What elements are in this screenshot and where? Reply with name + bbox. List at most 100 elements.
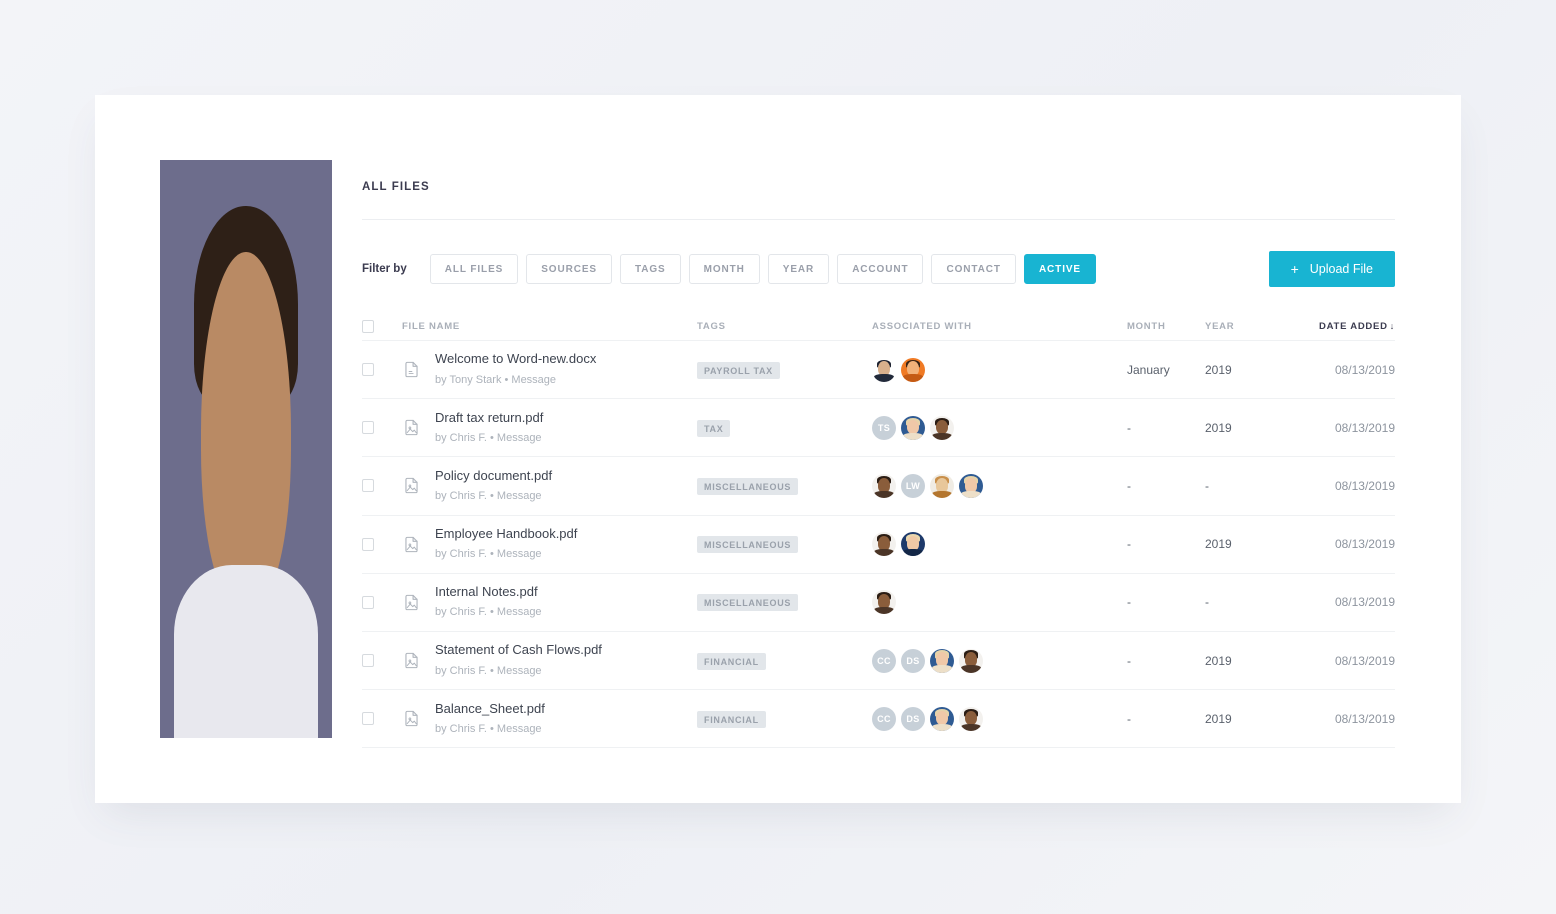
file-name[interactable]: Welcome to Word-new.docx — [435, 351, 596, 367]
row-checkbox[interactable] — [362, 363, 374, 377]
tags-cell: FINANCIAL — [697, 652, 872, 670]
year-cell: - — [1205, 478, 1209, 493]
avatar-initials[interactable]: LW — [901, 473, 925, 498]
filter-by-label: Filter by — [362, 263, 407, 275]
avatar-photo[interactable] — [959, 473, 983, 498]
year-cell: 2019 — [1205, 711, 1232, 726]
table-row[interactable]: Welcome to Word-new.docx by Tony Stark • … — [362, 341, 1395, 400]
column-header-date-added[interactable]: DATE ADDED ↓ — [1285, 321, 1395, 332]
tags-cell: MISCELLANEOUS — [697, 477, 872, 495]
column-header-file-name[interactable]: FILE NAME — [402, 321, 697, 332]
file-name[interactable]: Employee Handbook.pdf — [435, 526, 577, 542]
select-all-checkbox[interactable] — [362, 320, 374, 333]
table-row[interactable]: Policy document.pdf by Chris F. • Message… — [362, 457, 1395, 516]
sort-descending-icon: ↓ — [1389, 321, 1395, 331]
sidebar-user[interactable]: CHRIS F ··· — [160, 160, 332, 738]
tag-badge[interactable]: FINANCIAL — [697, 652, 766, 670]
avatar-photo[interactable] — [959, 706, 983, 731]
file-name[interactable]: Draft tax return.pdf — [435, 410, 543, 426]
tag-badge[interactable]: MISCELLANEOUS — [697, 477, 799, 495]
filter-chip-sources[interactable]: SOURCES — [526, 254, 612, 284]
year-cell: 2019 — [1205, 420, 1232, 435]
filter-chip-month[interactable]: MONTH — [688, 254, 760, 284]
tag-badge[interactable]: FINANCIAL — [697, 710, 766, 728]
filter-chip-active[interactable]: ACTIVE — [1023, 254, 1097, 284]
row-checkbox[interactable] — [362, 712, 374, 726]
tag-badge[interactable]: PAYROLL TAX — [697, 361, 780, 379]
avatar-photo[interactable] — [901, 357, 925, 382]
column-header-associated-with[interactable]: ASSOCIATED WITH — [872, 321, 1127, 332]
doc-file-icon — [402, 360, 421, 379]
month-cell: - — [1127, 420, 1131, 435]
avatar-photo[interactable] — [930, 415, 954, 440]
select-all-cell — [362, 320, 402, 333]
row-checkbox[interactable] — [362, 595, 374, 609]
avatar-initials[interactable]: DS — [901, 648, 925, 673]
filter-chip-account[interactable]: ACCOUNT — [837, 254, 924, 284]
pdf-file-icon — [402, 418, 421, 437]
table-body: Welcome to Word-new.docx by Tony Stark • … — [362, 341, 1395, 749]
tags-cell: MISCELLANEOUS — [697, 593, 872, 612]
avatar-initials[interactable]: TS — [872, 415, 896, 440]
file-meta: by Chris F. • Message — [435, 431, 542, 444]
row-checkbox[interactable] — [362, 537, 374, 551]
month-cell: - — [1127, 711, 1131, 726]
column-header-year[interactable]: YEAR — [1205, 321, 1285, 332]
filter-chip-tags[interactable]: TAGS — [619, 254, 681, 284]
filter-chip-contact[interactable]: CONTACT — [931, 254, 1016, 284]
table-row[interactable]: Employee Handbook.pdf by Chris F. • Messa… — [362, 516, 1395, 574]
filter-chip-year[interactable]: YEAR — [767, 254, 830, 284]
avatar-photo[interactable] — [872, 357, 896, 382]
file-name-cell: Policy document.pdf by Chris F. • Message — [402, 468, 697, 504]
date-added-cell: 08/13/2019 — [1334, 537, 1395, 552]
column-header-tags[interactable]: TAGS — [697, 321, 872, 332]
row-checkbox[interactable] — [362, 479, 374, 493]
file-name-cell: Balance_Sheet.pdf by Chris F. • Message — [402, 701, 697, 737]
year-cell: 2019 — [1205, 362, 1232, 377]
avatar-photo[interactable] — [930, 473, 954, 498]
file-name-cell: Employee Handbook.pdf by Chris F. • Messa… — [402, 526, 697, 562]
year-cell: 2019 — [1205, 537, 1232, 552]
column-header-date-added-label: DATE ADDED — [1319, 321, 1388, 332]
avatar-initials[interactable]: CC — [872, 648, 896, 673]
column-header-month[interactable]: MONTH — [1127, 321, 1205, 332]
date-added-cell: 08/13/2019 — [1334, 653, 1395, 668]
avatar-photo[interactable] — [872, 473, 896, 498]
month-cell: - — [1127, 537, 1131, 552]
filter-chip-all-files[interactable]: ALL FILES — [429, 254, 519, 284]
avatar-photo[interactable] — [872, 590, 896, 615]
avatar-initials[interactable]: DS — [901, 706, 925, 731]
file-name[interactable]: Internal Notes.pdf — [435, 584, 542, 600]
upload-file-button[interactable]: + Upload File — [1268, 251, 1395, 287]
month-cell: - — [1127, 595, 1131, 610]
avatar-photo[interactable] — [872, 532, 896, 557]
plus-icon: + — [1290, 261, 1299, 277]
file-name[interactable]: Policy document.pdf — [435, 468, 552, 484]
month-cell: - — [1127, 653, 1131, 668]
file-name-cell: Statement of Cash Flows.pdf by Chris F. •… — [402, 642, 697, 678]
table-row[interactable]: Statement of Cash Flows.pdf by Chris F. •… — [362, 632, 1395, 691]
avatar-photo[interactable] — [930, 706, 954, 731]
file-name[interactable]: Balance_Sheet.pdf — [435, 701, 545, 717]
avatar-photo[interactable] — [901, 415, 925, 440]
avatar-photo[interactable] — [901, 532, 925, 557]
table-row[interactable]: Draft tax return.pdf by Chris F. • Messag… — [362, 399, 1395, 458]
filter-chip-group: ALL FILES SOURCES TAGS MONTH YEAR ACCOUNT CONT… — [429, 254, 1104, 284]
tag-badge[interactable]: MISCELLANEOUS — [697, 594, 799, 612]
table-row[interactable]: Balance_Sheet.pdf by Chris F. • Message FI… — [362, 690, 1395, 749]
avatar-photo[interactable] — [959, 648, 983, 673]
associated-with-cell: CC DS — [872, 706, 1127, 731]
avatar-photo[interactable] — [930, 648, 954, 673]
tags-cell: MISCELLANEOUS — [697, 535, 872, 554]
tags-cell: PAYROLL TAX — [697, 361, 872, 379]
files-table: FILE NAME TAGS ASSOCIATED WITH MONTH YEA… — [362, 313, 1395, 749]
file-name[interactable]: Statement of Cash Flows.pdf — [435, 642, 602, 658]
tag-badge[interactable]: MISCELLANEOUS — [697, 536, 799, 554]
file-meta: by Chris F. • Message — [435, 664, 542, 677]
avatar-initials[interactable]: CC — [872, 706, 896, 731]
table-row[interactable]: Internal Notes.pdf by Chris F. • Message M… — [362, 574, 1395, 632]
table-header-row: FILE NAME TAGS ASSOCIATED WITH MONTH YEA… — [362, 313, 1395, 341]
row-checkbox[interactable] — [362, 654, 374, 668]
row-checkbox[interactable] — [362, 421, 374, 435]
tag-badge[interactable]: TAX — [697, 419, 731, 437]
